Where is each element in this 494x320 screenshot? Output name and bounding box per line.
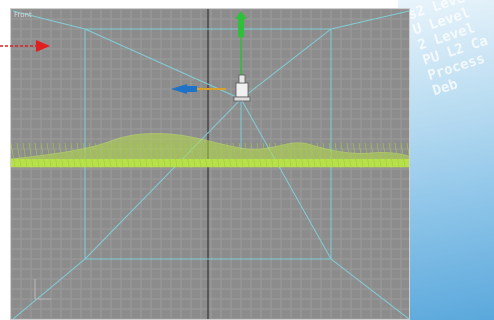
gizmo-x-arrow-icon[interactable] — [171, 84, 226, 94]
viewport-scene — [11, 9, 409, 319]
3d-viewport[interactable]: Front — [10, 8, 410, 320]
viewport-label[interactable]: Front — [14, 11, 32, 19]
callout-arrow-icon — [0, 40, 50, 52]
background-decoration: s2 Level U Level 2 Level PU L2 Ca Proces… — [398, 0, 494, 320]
background-code-text: s2 Level U Level 2 Level PU L2 Ca Proces… — [406, 0, 490, 100]
